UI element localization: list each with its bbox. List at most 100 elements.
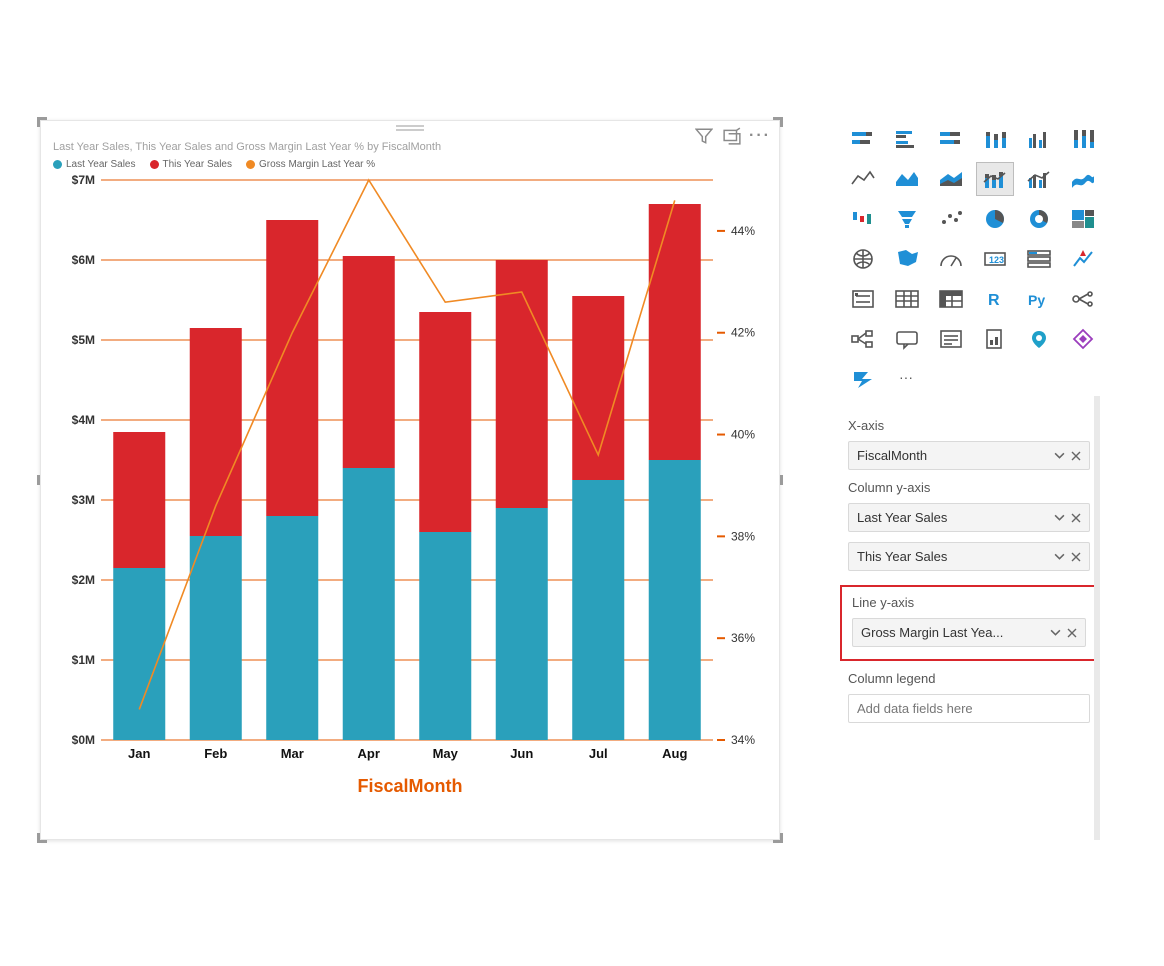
viz-card-icon[interactable]: 123 — [976, 242, 1014, 276]
filter-icon[interactable] — [695, 127, 713, 145]
bar-last-year[interactable] — [266, 516, 318, 740]
bar-last-year[interactable] — [343, 468, 395, 740]
viz-ribbon-icon[interactable] — [1064, 162, 1102, 196]
remove-field-icon[interactable] — [1071, 450, 1081, 461]
svg-text:44%: 44% — [731, 224, 755, 238]
viz-r-visual-icon[interactable]: R — [976, 282, 1014, 316]
field-well-legend-placeholder[interactable]: Add data fields here — [848, 694, 1090, 723]
bar-last-year[interactable] — [649, 460, 701, 740]
chart-title: Last Year Sales, This Year Sales and Gro… — [41, 139, 779, 153]
svg-text:R: R — [988, 292, 1000, 309]
viz-decomposition-tree-icon[interactable] — [844, 322, 882, 356]
svg-text:34%: 34% — [731, 733, 755, 747]
bar-this-year[interactable] — [649, 204, 701, 460]
field-well-last-year-sales[interactable]: Last Year Sales — [848, 503, 1090, 532]
viz-area-icon[interactable] — [888, 162, 926, 196]
chart-visual[interactable]: ··· Last Year Sales, This Year Sales and… — [40, 120, 780, 840]
remove-field-icon[interactable] — [1071, 551, 1081, 562]
field-well-this-year-sales[interactable]: This Year Sales — [848, 542, 1090, 571]
bar-last-year[interactable] — [190, 536, 242, 740]
chevron-down-icon[interactable] — [1054, 551, 1065, 562]
bar-last-year[interactable] — [419, 532, 471, 740]
viz-line-clustered-column-icon[interactable] — [1020, 162, 1058, 196]
viz-funnel-icon[interactable] — [888, 202, 926, 236]
viz-clustered-column-icon[interactable] — [1020, 122, 1058, 156]
viz-treemap-icon[interactable] — [1064, 202, 1102, 236]
viz-donut-icon[interactable] — [1020, 202, 1058, 236]
bar-this-year[interactable] — [266, 220, 318, 516]
svg-text:$5M: $5M — [72, 333, 95, 347]
placeholder-text: Add data fields here — [857, 701, 973, 716]
remove-field-icon[interactable] — [1071, 512, 1081, 523]
chevron-down-icon[interactable] — [1054, 512, 1065, 523]
viz-stacked-column-icon[interactable] — [976, 122, 1014, 156]
chart-plot-area: $0M$1M$2M$3M$4M$5M$6M$7M34%36%38%40%42%4… — [53, 170, 769, 780]
viz-slicer-icon[interactable] — [844, 282, 882, 316]
bar-this-year[interactable] — [343, 256, 395, 468]
svg-text:Py: Py — [1028, 292, 1045, 308]
chevron-down-icon[interactable] — [1050, 627, 1061, 638]
field-well-x-axis[interactable]: FiscalMonth — [848, 441, 1090, 470]
svg-text:$4M: $4M — [72, 413, 95, 427]
viz-arcgis-icon[interactable] — [1020, 322, 1058, 356]
viz-multi-row-card-icon[interactable] — [1020, 242, 1058, 276]
viz-more-icon[interactable]: ··· — [888, 362, 926, 396]
bar-this-year[interactable] — [113, 432, 165, 568]
bar-this-year[interactable] — [419, 312, 471, 532]
svg-text:36%: 36% — [731, 631, 755, 645]
field-name: Gross Margin Last Yea... — [861, 625, 1003, 640]
viz-power-automate-icon[interactable] — [844, 362, 882, 396]
field-name: FiscalMonth — [857, 448, 927, 463]
viz-clustered-bar-icon[interactable] — [888, 122, 926, 156]
drag-handle[interactable] — [41, 121, 779, 139]
field-name: This Year Sales — [857, 549, 947, 564]
svg-text:40%: 40% — [731, 428, 755, 442]
viz-filled-map-icon[interactable] — [888, 242, 926, 276]
viz-line-stacked-column-icon[interactable] — [976, 162, 1014, 196]
viz-qna-icon[interactable] — [888, 322, 926, 356]
viz-100-stacked-bar-icon[interactable] — [932, 122, 970, 156]
bar-last-year[interactable] — [572, 480, 624, 740]
viz-table-icon[interactable] — [888, 282, 926, 316]
viz-paginated-report-icon[interactable] — [976, 322, 1014, 356]
x-axis-label: FiscalMonth — [53, 776, 767, 797]
svg-text:Feb: Feb — [204, 746, 227, 761]
line-y-axis-highlight: Line y-axis Gross Margin Last Yea... — [840, 585, 1098, 661]
bar-this-year[interactable] — [496, 260, 548, 508]
legend-swatch-margin — [246, 160, 255, 169]
viz-power-apps-icon[interactable] — [1064, 322, 1102, 356]
viz-stacked-area-icon[interactable] — [932, 162, 970, 196]
viz-key-influencers-icon[interactable] — [1064, 282, 1102, 316]
section-x-axis-label: X-axis — [848, 418, 1090, 433]
viz-line-icon[interactable] — [844, 162, 882, 196]
chart-legend: Last Year Sales This Year Sales Gross Ma… — [41, 153, 779, 170]
viz-matrix-icon[interactable] — [932, 282, 970, 316]
svg-text:$6M: $6M — [72, 253, 95, 267]
viz-smart-narrative-icon[interactable] — [932, 322, 970, 356]
viz-waterfall-icon[interactable] — [844, 202, 882, 236]
chevron-down-icon[interactable] — [1054, 450, 1065, 461]
svg-text:Mar: Mar — [281, 746, 304, 761]
viz-pie-icon[interactable] — [976, 202, 1014, 236]
viz-gauge-icon[interactable] — [932, 242, 970, 276]
viz-stacked-bar-icon[interactable] — [844, 122, 882, 156]
svg-text:123: 123 — [989, 255, 1004, 265]
field-name: Last Year Sales — [857, 510, 947, 525]
viz-py-visual-icon[interactable]: Py — [1020, 282, 1058, 316]
viz-kpi-icon[interactable] — [1064, 242, 1102, 276]
svg-text:Aug: Aug — [662, 746, 687, 761]
scrollbar[interactable] — [1094, 396, 1100, 840]
svg-text:$2M: $2M — [72, 573, 95, 587]
viz-map-icon[interactable] — [844, 242, 882, 276]
field-well-gross-margin[interactable]: Gross Margin Last Yea... — [852, 618, 1086, 647]
svg-text:$0M: $0M — [72, 733, 95, 747]
bar-last-year[interactable] — [496, 508, 548, 740]
focus-mode-icon[interactable] — [723, 127, 741, 145]
more-options-icon[interactable]: ··· — [751, 127, 769, 145]
svg-text:$3M: $3M — [72, 493, 95, 507]
visualizations-pane: 123RPy··· X-axis FiscalMonth Column y-ax… — [836, 116, 1102, 840]
viz-100-stacked-column-icon[interactable] — [1064, 122, 1102, 156]
viz-scatter-icon[interactable] — [932, 202, 970, 236]
bar-last-year[interactable] — [113, 568, 165, 740]
remove-field-icon[interactable] — [1067, 627, 1077, 638]
